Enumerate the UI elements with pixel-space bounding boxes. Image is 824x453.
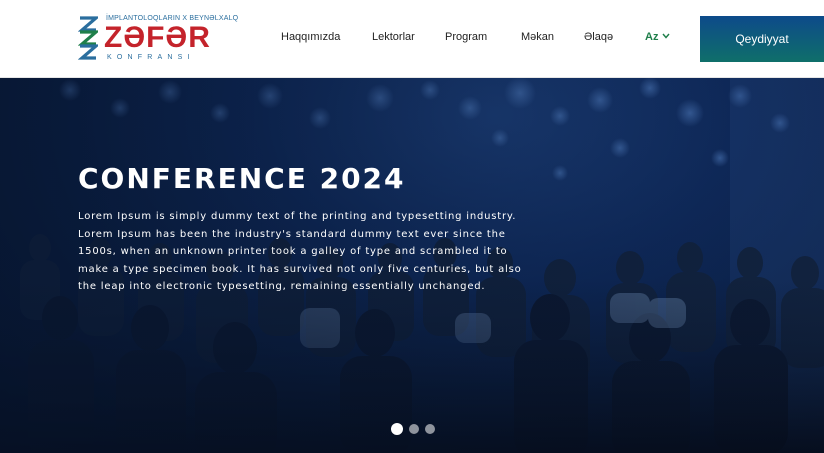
- logo-title: ZƏFƏR: [104, 21, 211, 54]
- register-button[interactable]: Qeydiyyat: [700, 16, 824, 62]
- logo-subtitle: KONFRANSI: [107, 54, 195, 61]
- language-selector[interactable]: Az: [645, 31, 670, 47]
- site-header: İMPLANTOLOQLARIN X BEYNƏLXALQ ZƏFƏR KONF…: [0, 0, 824, 78]
- hero-banner: CONFERENCE 2024 Lorem Ipsum is simply du…: [0, 78, 824, 453]
- logo[interactable]: İMPLANTOLOQLARIN X BEYNƏLXALQ ZƏFƏR KONF…: [78, 14, 238, 66]
- logo-mark-icon: [78, 16, 98, 60]
- slider-dots: [391, 423, 435, 435]
- chevron-down-icon: [662, 33, 670, 39]
- language-label: Az: [645, 31, 659, 43]
- slider-dot-2[interactable]: [409, 424, 419, 434]
- nav-item-about[interactable]: Haqqımızda: [281, 31, 340, 47]
- nav-item-program[interactable]: Program: [445, 31, 487, 47]
- hero-description: Lorem Ipsum is simply dummy text of the …: [78, 211, 522, 292]
- nav-item-contact[interactable]: Əlaqə: [584, 31, 613, 47]
- nav-item-lecturers[interactable]: Lektorlar: [372, 31, 415, 47]
- slider-dot-3[interactable]: [425, 424, 435, 434]
- slider-dot-1[interactable]: [391, 423, 403, 435]
- nav-item-venue[interactable]: Məkan: [521, 31, 554, 47]
- hero-title: CONFERENCE 2024: [78, 162, 406, 195]
